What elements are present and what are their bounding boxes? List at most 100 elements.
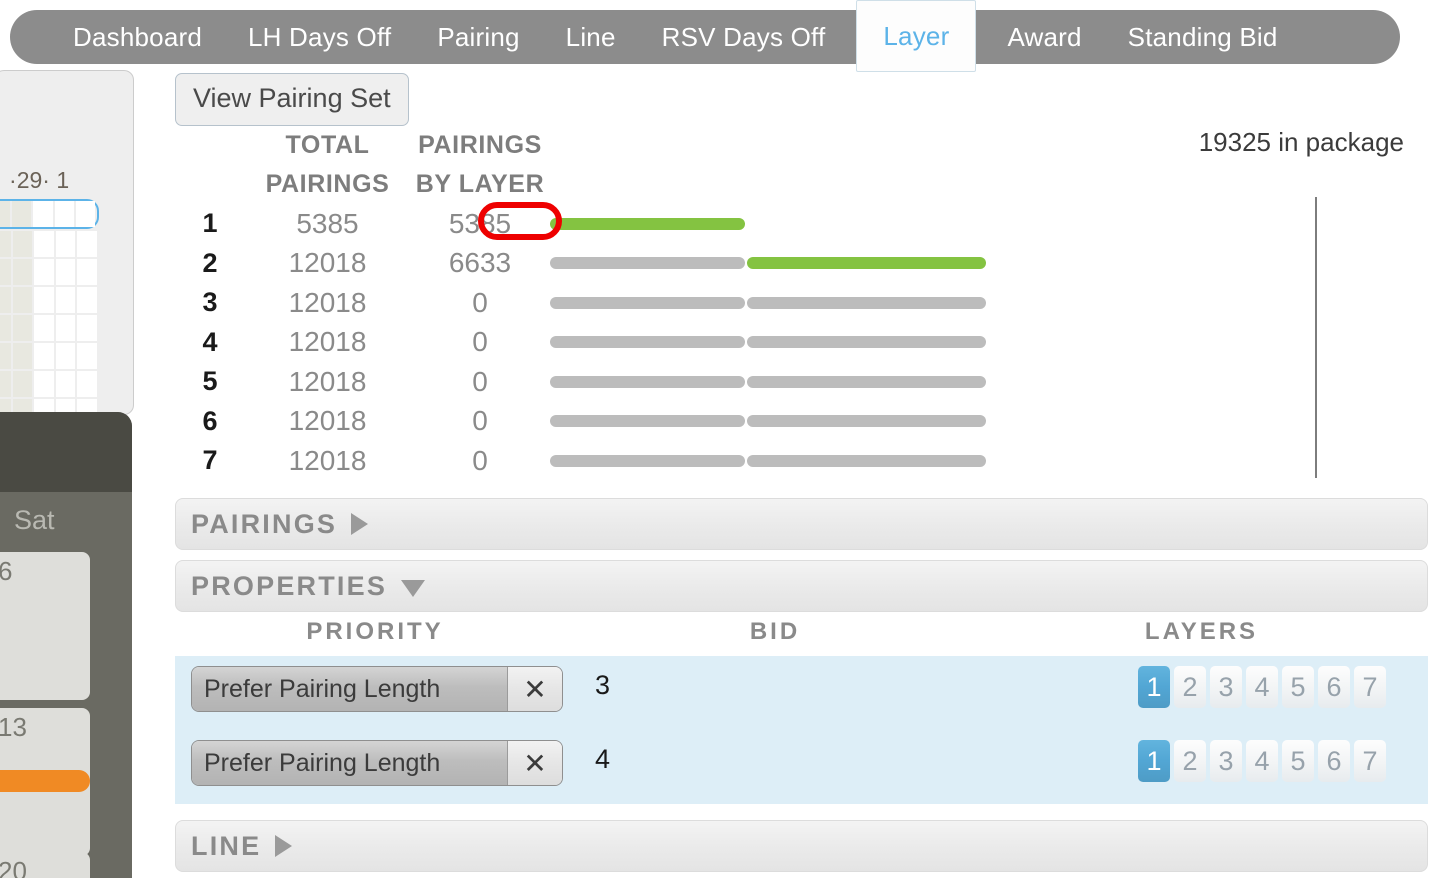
mini-grid-cell[interactable] xyxy=(0,287,11,313)
mini-grid-cell[interactable] xyxy=(55,371,76,397)
tab-standing-bid[interactable]: Standing Bid xyxy=(1105,10,1301,64)
mini-grid-cell[interactable] xyxy=(12,201,32,227)
tab-layer[interactable]: Layer xyxy=(856,0,977,72)
package-count-label: 19325 in package xyxy=(1198,127,1404,157)
layer-button-1[interactable]: 1 xyxy=(1138,666,1170,708)
mini-grid-cell[interactable] xyxy=(0,231,11,257)
calendar-panel-header xyxy=(0,412,132,492)
mini-grid-cell[interactable] xyxy=(55,287,76,313)
mini-grid-cell[interactable] xyxy=(12,371,33,397)
tab-lh-days-off[interactable]: LH Days Off xyxy=(225,10,414,64)
layer-button-7[interactable]: 7 xyxy=(1354,740,1386,782)
mini-grid-cell[interactable] xyxy=(0,371,11,397)
calendar-day-cell[interactable]: 20 xyxy=(0,852,90,878)
mini-grid-cell[interactable] xyxy=(54,201,74,227)
priority-chip[interactable]: Prefer Pairing Length ✕ xyxy=(191,740,563,786)
section-label-properties: PROPERTIES xyxy=(191,570,388,601)
view-pairing-set-button[interactable]: View Pairing Set xyxy=(175,73,409,126)
mini-grid-cell[interactable] xyxy=(34,371,54,397)
tab-pairing[interactable]: Pairing xyxy=(414,10,542,64)
mini-grid-cell[interactable] xyxy=(12,287,33,313)
mini-grid-cell[interactable] xyxy=(55,259,76,285)
mini-grid-cell[interactable] xyxy=(77,231,97,257)
mini-grid-cell[interactable] xyxy=(12,315,33,341)
property-row: Prefer Pairing Length ✕ 3 1 2 3 4 5 6 7 xyxy=(175,656,1428,730)
calendar-event-bar[interactable] xyxy=(0,770,90,792)
mini-grid-cell[interactable] xyxy=(0,201,11,227)
mini-grid-row[interactable] xyxy=(0,231,99,257)
mini-grid-cell[interactable] xyxy=(12,343,33,369)
mini-grid-cell[interactable] xyxy=(34,231,54,257)
mini-grid-row[interactable] xyxy=(0,259,99,285)
mini-date-labels: · ·29· 1 xyxy=(0,167,70,193)
tab-rsv-days-off[interactable]: RSV Days Off xyxy=(639,10,849,64)
mini-grid-cell[interactable] xyxy=(34,287,54,313)
mini-grid-cell[interactable] xyxy=(34,315,54,341)
layer-button-6[interactable]: 6 xyxy=(1318,666,1350,708)
layer-button-7[interactable]: 7 xyxy=(1354,666,1386,708)
mini-grid-cell[interactable] xyxy=(12,231,33,257)
layer-bar-track xyxy=(550,415,986,428)
layer-button-4[interactable]: 4 xyxy=(1246,740,1278,782)
layer-bar-segment xyxy=(746,296,986,309)
priority-chip[interactable]: Prefer Pairing Length ✕ xyxy=(191,666,563,712)
layer-button-3[interactable]: 3 xyxy=(1210,666,1242,708)
layer-button-5[interactable]: 5 xyxy=(1282,666,1314,708)
mini-grid-cell[interactable] xyxy=(77,343,97,369)
section-header-properties[interactable]: PROPERTIES xyxy=(175,560,1428,612)
mini-grid-row[interactable] xyxy=(0,343,99,369)
layer-button-5[interactable]: 5 xyxy=(1282,740,1314,782)
close-icon[interactable]: ✕ xyxy=(507,741,562,785)
mini-grid-row[interactable] xyxy=(0,315,99,341)
layer-selector: 1234567 xyxy=(1138,740,1390,782)
mini-grid-row[interactable] xyxy=(0,371,99,397)
priority-chip-label: Prefer Pairing Length xyxy=(192,741,507,785)
mini-grid-row[interactable] xyxy=(0,199,99,229)
section-label-line: LINE xyxy=(191,830,262,861)
total-pairings-value: 12018 xyxy=(288,326,367,358)
layer-button-1[interactable]: 1 xyxy=(1138,740,1170,782)
mini-grid-cell[interactable] xyxy=(55,231,76,257)
column-header-priority: PRIORITY xyxy=(306,618,444,645)
total-pairings-value: 12018 xyxy=(288,247,367,279)
tab-award[interactable]: Award xyxy=(984,10,1104,64)
layer-button-2[interactable]: 2 xyxy=(1174,740,1206,782)
properties-rows: Prefer Pairing Length ✕ 3 1 2 3 4 5 6 7 Prefer Pai… xyxy=(175,656,1428,804)
calendar-day-header: Sat xyxy=(14,505,55,535)
mini-grid-cell[interactable] xyxy=(55,343,76,369)
mini-grid-cell[interactable] xyxy=(0,315,11,341)
close-icon[interactable]: ✕ xyxy=(507,667,562,711)
layer-button-2[interactable]: 2 xyxy=(1174,666,1206,708)
mini-grid-cell[interactable] xyxy=(77,315,97,341)
tab-line[interactable]: Line xyxy=(543,10,639,64)
mini-grid-cell[interactable] xyxy=(33,201,53,227)
mini-grid-cell[interactable] xyxy=(75,201,96,227)
layer-button-6[interactable]: 6 xyxy=(1318,740,1350,782)
layer-selector: 1234567 xyxy=(1138,666,1390,708)
layer-stats-row: 7 12018 0 xyxy=(175,441,1075,481)
mini-grid-cell[interactable] xyxy=(0,259,11,285)
section-header-line[interactable]: LINE xyxy=(175,820,1428,872)
layer-bar-cell xyxy=(550,217,990,230)
mini-grid-cell[interactable] xyxy=(12,259,33,285)
tab-dashboard[interactable]: Dashboard xyxy=(50,10,225,64)
mini-grid-cell[interactable] xyxy=(77,371,97,397)
layer-bar-track xyxy=(550,375,986,388)
mini-grid[interactable] xyxy=(0,199,99,414)
mini-grid-cell[interactable] xyxy=(77,259,97,285)
layer-button-4[interactable]: 4 xyxy=(1246,666,1278,708)
layer-button-3[interactable]: 3 xyxy=(1210,740,1242,782)
section-header-pairings[interactable]: PAIRINGS xyxy=(175,498,1428,550)
mini-grid-cell[interactable] xyxy=(55,315,76,341)
mini-grid-cell[interactable] xyxy=(34,343,54,369)
mini-grid-cell[interactable] xyxy=(34,259,54,285)
mini-grid-row[interactable] xyxy=(0,287,99,313)
mini-grid-cell[interactable] xyxy=(0,343,11,369)
layer-bar-segment xyxy=(746,257,986,270)
calendar-day-cell[interactable]: 13 xyxy=(0,708,90,856)
calendar-day-cell[interactable]: 6 xyxy=(0,552,90,700)
layer-index: 7 xyxy=(202,445,218,476)
mini-grid-cell[interactable] xyxy=(77,287,97,313)
chevron-right-icon xyxy=(351,513,369,535)
chevron-down-icon xyxy=(401,580,426,597)
